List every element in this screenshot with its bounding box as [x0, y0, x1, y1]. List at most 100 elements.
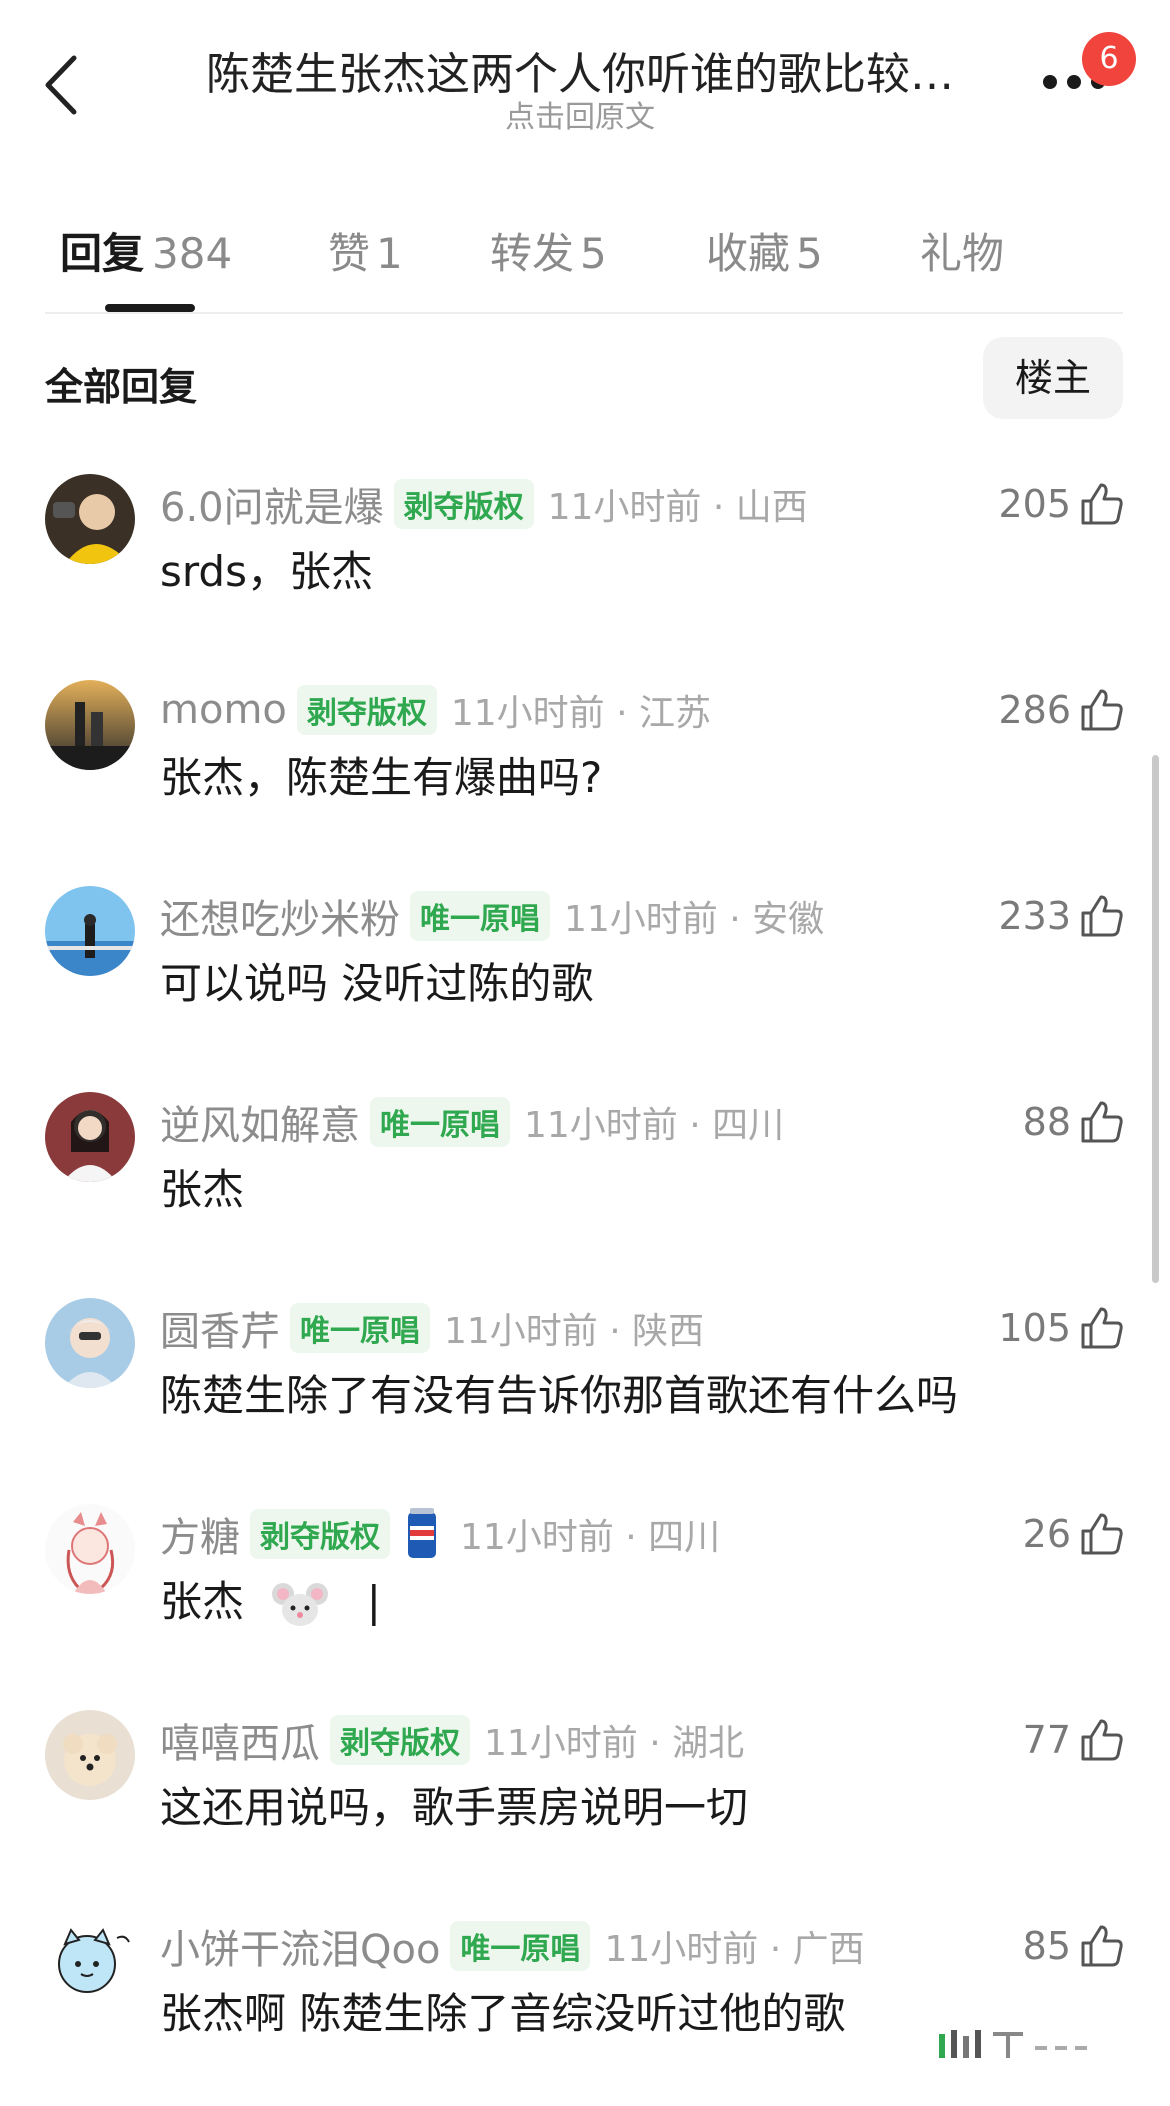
- tab-label: 转发: [490, 229, 575, 278]
- thumbs-up-icon: [1081, 1719, 1123, 1761]
- like-count: 286: [998, 688, 1071, 732]
- like-count: 233: [998, 894, 1071, 938]
- tab-favorites[interactable]: 收藏 5: [706, 220, 823, 281]
- comment-item[interactable]: 6.0问就是爆 剥夺版权 11小时前 · 山西 205 srds，张杰: [0, 474, 1170, 664]
- timestamp-location: 11小时前 · 湖北: [484, 1723, 745, 1764]
- comment-item[interactable]: 方糖 剥夺版权 11小时前 · 四川 26 张杰 |: [0, 1504, 1170, 1694]
- thumbs-up-icon: [1081, 1101, 1123, 1143]
- timestamp-location: 11小时前 · 四川: [460, 1517, 721, 1558]
- like-button[interactable]: 233: [998, 886, 1125, 946]
- like-count: 77: [1022, 1718, 1071, 1762]
- like-button[interactable]: 77: [1023, 1710, 1125, 1770]
- user-tag: 唯一原唱: [290, 1303, 430, 1353]
- timestamp-location: 11小时前 · 江苏: [450, 693, 712, 734]
- timestamp-location: 11小时前 · 广西: [604, 1929, 865, 1970]
- user-tag: 唯一原唱: [450, 1921, 591, 1971]
- op-filter-button[interactable]: 楼主: [983, 337, 1123, 419]
- like-button[interactable]: 105: [998, 1298, 1125, 1358]
- section-title: 全部回复: [45, 365, 198, 409]
- thumbs-up-icon: [1081, 895, 1123, 937]
- comment-text: 陈楚生除了有没有告诉你那首歌还有什么吗: [160, 1371, 959, 1420]
- comment-text: 张杰啊 陈楚生除了音综没听过他的歌: [160, 1989, 846, 2038]
- comment-item[interactable]: 嘻嘻西瓜 剥夺版权 11小时前 · 湖北 77 这还用说吗，歌手票房说明一切: [0, 1710, 1170, 1900]
- username[interactable]: 还想吃炒米粉: [160, 887, 400, 945]
- avatar[interactable]: [45, 886, 135, 976]
- avatar[interactable]: [45, 474, 135, 564]
- back-button[interactable]: [40, 50, 90, 120]
- active-tab-indicator: [105, 304, 195, 312]
- like-count: 88: [1022, 1100, 1071, 1144]
- comment-item[interactable]: 逆风如解意 唯一原唱 11小时前 · 四川 88 张杰: [0, 1092, 1170, 1282]
- user-tag: 剥夺版权: [296, 685, 437, 735]
- thumbs-up-icon: [1081, 1307, 1123, 1349]
- thumbs-up-icon: [1081, 1513, 1123, 1555]
- tab-label: 回复: [60, 229, 145, 278]
- username[interactable]: 逆风如解意: [160, 1093, 360, 1151]
- user-tag: 剥夺版权: [250, 1509, 390, 1559]
- thumbs-up-icon: [1081, 483, 1123, 525]
- comment-text: 可以说吗 没听过陈的歌: [160, 959, 594, 1008]
- comment-item[interactable]: 小饼干流泪Qoo 唯一原唱 11小时前 · 广西 85 张杰啊 陈楚生除了音综没…: [0, 1916, 1170, 2106]
- username[interactable]: 6.0问就是爆: [160, 475, 384, 533]
- watermark-bars-icon: [939, 2029, 1087, 2058]
- watermark-logo: [905, 2012, 1125, 2072]
- comment-text: 张杰，陈楚生有爆曲吗?: [160, 753, 603, 802]
- avatar[interactable]: [45, 1298, 135, 1388]
- notification-badge: 6: [1082, 32, 1136, 86]
- tab-replies[interactable]: 回复 384: [60, 220, 232, 281]
- avatar[interactable]: [45, 680, 135, 770]
- avatar[interactable]: [45, 1092, 135, 1182]
- beer-can-icon: [408, 1508, 436, 1558]
- thumbs-up-icon: [1081, 689, 1123, 731]
- tab-reposts[interactable]: 转发 5: [490, 220, 607, 281]
- tab-likes[interactable]: 赞1: [328, 220, 403, 281]
- tab-bar: 回复 384 赞1 转发 5 收藏 5 礼物: [0, 200, 1170, 310]
- header-bar: 陈楚生张杰这两个人你听谁的歌比较… 点击回原文 6: [0, 0, 1170, 150]
- user-tag: 唯一原唱: [370, 1097, 510, 1147]
- timestamp-location: 11小时前 · 陕西: [444, 1311, 705, 1352]
- comment-text: 这还用说吗，歌手票房说明一切: [160, 1783, 749, 1832]
- comment-text: 张杰: [160, 1577, 245, 1626]
- username[interactable]: momo: [160, 687, 287, 733]
- user-tag: 唯一原唱: [410, 891, 550, 941]
- avatar[interactable]: [45, 1504, 135, 1594]
- timestamp-location: 11小时前 · 四川: [524, 1105, 785, 1146]
- tab-count: 5: [796, 229, 823, 278]
- tab-count: 5: [580, 229, 607, 278]
- tab-label: 收藏: [706, 229, 791, 278]
- like-count: 26: [1022, 1512, 1071, 1556]
- comment-item[interactable]: momo 剥夺版权 11小时前 · 江苏 286 张杰，陈楚生有爆曲吗?: [0, 680, 1170, 870]
- thumbs-up-icon: [1081, 1925, 1123, 1967]
- tab-label: 赞: [328, 229, 371, 278]
- timestamp-location: 11小时前 · 安徽: [564, 899, 825, 940]
- comment-text-row: 张杰 |: [160, 1568, 381, 1629]
- tab-gifts[interactable]: 礼物: [920, 220, 1004, 281]
- comment-item[interactable]: 圆香芹 唯一原唱 11小时前 · 陕西 105 陈楚生除了有没有告诉你那首歌还有…: [0, 1298, 1170, 1488]
- like-button[interactable]: 26: [1023, 1504, 1125, 1564]
- comment-item[interactable]: 还想吃炒米粉 唯一原唱 11小时前 · 安徽 233 可以说吗 没听过陈的歌: [0, 886, 1170, 1076]
- username[interactable]: 嘻嘻西瓜: [160, 1711, 320, 1769]
- avatar[interactable]: [45, 1710, 135, 1800]
- timestamp-location: 11小时前 · 山西: [547, 487, 808, 528]
- tab-count: 384: [152, 229, 233, 278]
- user-tag: 剥夺版权: [330, 1715, 470, 1765]
- text-cursor: |: [366, 1577, 381, 1626]
- tab-count: 1: [376, 229, 403, 278]
- username[interactable]: 圆香芹: [160, 1299, 280, 1357]
- like-button[interactable]: 88: [1023, 1092, 1125, 1152]
- avatar[interactable]: [45, 1916, 135, 2006]
- like-button[interactable]: 85: [1023, 1916, 1125, 1976]
- tab-label: 礼物: [920, 229, 1005, 278]
- username[interactable]: 小饼干流泪Qoo: [160, 1917, 440, 1975]
- username[interactable]: 方糖: [160, 1505, 240, 1563]
- like-count: 105: [998, 1306, 1071, 1350]
- like-button[interactable]: 205: [998, 474, 1125, 534]
- scrollbar[interactable]: [1152, 755, 1159, 1283]
- like-count: 205: [998, 482, 1071, 526]
- chevron-left-icon: [45, 55, 77, 115]
- back-to-original-link[interactable]: 点击回原文: [190, 92, 970, 136]
- comment-text: srds，张杰: [160, 547, 373, 596]
- user-tag: 剥夺版权: [393, 479, 534, 529]
- comment-text: 张杰: [160, 1165, 245, 1214]
- like-button[interactable]: 286: [998, 680, 1125, 740]
